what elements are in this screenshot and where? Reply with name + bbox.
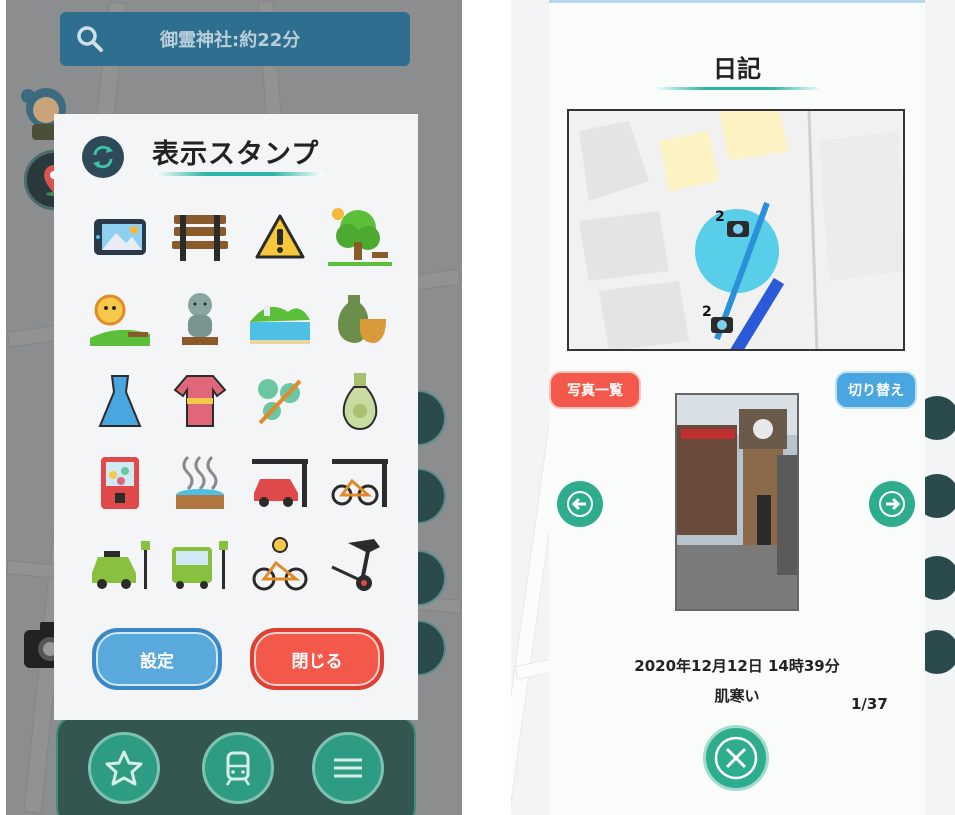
- menu-button[interactable]: [312, 732, 384, 804]
- close-icon: [714, 736, 758, 780]
- gachapon-stamp[interactable]: [80, 442, 160, 524]
- arrow-right-icon: [879, 491, 905, 517]
- tree-stamp[interactable]: [320, 196, 400, 278]
- taxi-stop-stamp[interactable]: [80, 524, 160, 606]
- vase-stamp[interactable]: [320, 360, 400, 442]
- dress-stamp[interactable]: [80, 360, 160, 442]
- previous-button[interactable]: [557, 481, 603, 527]
- search-bar[interactable]: 御霊神社:約22分: [60, 12, 410, 66]
- photo-frame-stamp[interactable]: [80, 196, 160, 278]
- menu-icon: [334, 758, 362, 778]
- bottom-navigation: [56, 716, 416, 815]
- close-diary-button[interactable]: [703, 725, 769, 791]
- dialog-title: 表示スタンプ: [152, 139, 320, 170]
- jizo-statue-stamp[interactable]: [160, 278, 240, 360]
- seaside-landscape-stamp[interactable]: [240, 278, 320, 360]
- diary-title: 日記: [713, 55, 761, 83]
- switch-button[interactable]: 切り替え: [835, 371, 917, 409]
- favorites-button[interactable]: [88, 732, 160, 804]
- bicycle-parking-stamp[interactable]: [320, 442, 400, 524]
- car-parking-stamp[interactable]: [240, 442, 320, 524]
- warning-sign-stamp[interactable]: [240, 196, 320, 278]
- settings-button[interactable]: 設定: [92, 628, 222, 690]
- marker-count: 2: [702, 304, 712, 320]
- refresh-button[interactable]: [82, 136, 124, 178]
- title-underline: [154, 172, 324, 176]
- route-map[interactable]: 2 2: [567, 109, 905, 351]
- diary-screen: 日記 2 2 写真一覧 切り替え 2020年12月12日 14時39分 肌寒い …: [511, 0, 955, 815]
- close-button[interactable]: 閉じる: [250, 628, 384, 690]
- page-counter: 1/37: [851, 695, 888, 713]
- segway-stamp[interactable]: [320, 524, 400, 606]
- star-icon: [105, 750, 143, 786]
- stamp-grid: [80, 196, 400, 606]
- hot-spring-stamp[interactable]: [160, 442, 240, 524]
- pottery-stamp[interactable]: [320, 278, 400, 360]
- title-underline: [653, 87, 823, 90]
- arrow-left-icon: [567, 491, 593, 517]
- train-button[interactable]: [202, 732, 274, 804]
- diary-dialog: 日記 2 2 写真一覧 切り替え 2020年12月12日 14時39分 肌寒い …: [549, 0, 925, 815]
- kimono-stamp[interactable]: [160, 360, 240, 442]
- diary-photo[interactable]: [675, 393, 799, 611]
- diary-datetime: 2020年12月12日 14時39分: [634, 657, 840, 675]
- marker-count: 2: [715, 209, 725, 225]
- bus-stop-stamp[interactable]: [160, 524, 240, 606]
- next-button[interactable]: [869, 481, 915, 527]
- train-icon: [225, 751, 251, 786]
- bicycle-coin-stamp[interactable]: [240, 524, 320, 606]
- stamp-screen: 御霊神社:約22分 表示スタンプ 設定 閉じる: [6, 0, 462, 815]
- stamp-dialog: 表示スタンプ 設定 閉じる: [54, 114, 418, 720]
- refresh-icon: [93, 145, 113, 169]
- search-icon[interactable]: [60, 12, 120, 66]
- sunny-park-stamp[interactable]: [80, 278, 160, 360]
- photo-list-button[interactable]: 写真一覧: [549, 371, 641, 409]
- search-destination: 御霊神社:約22分: [160, 30, 301, 51]
- bench-stamp[interactable]: [160, 196, 240, 278]
- candy-flowers-stamp[interactable]: [240, 360, 320, 442]
